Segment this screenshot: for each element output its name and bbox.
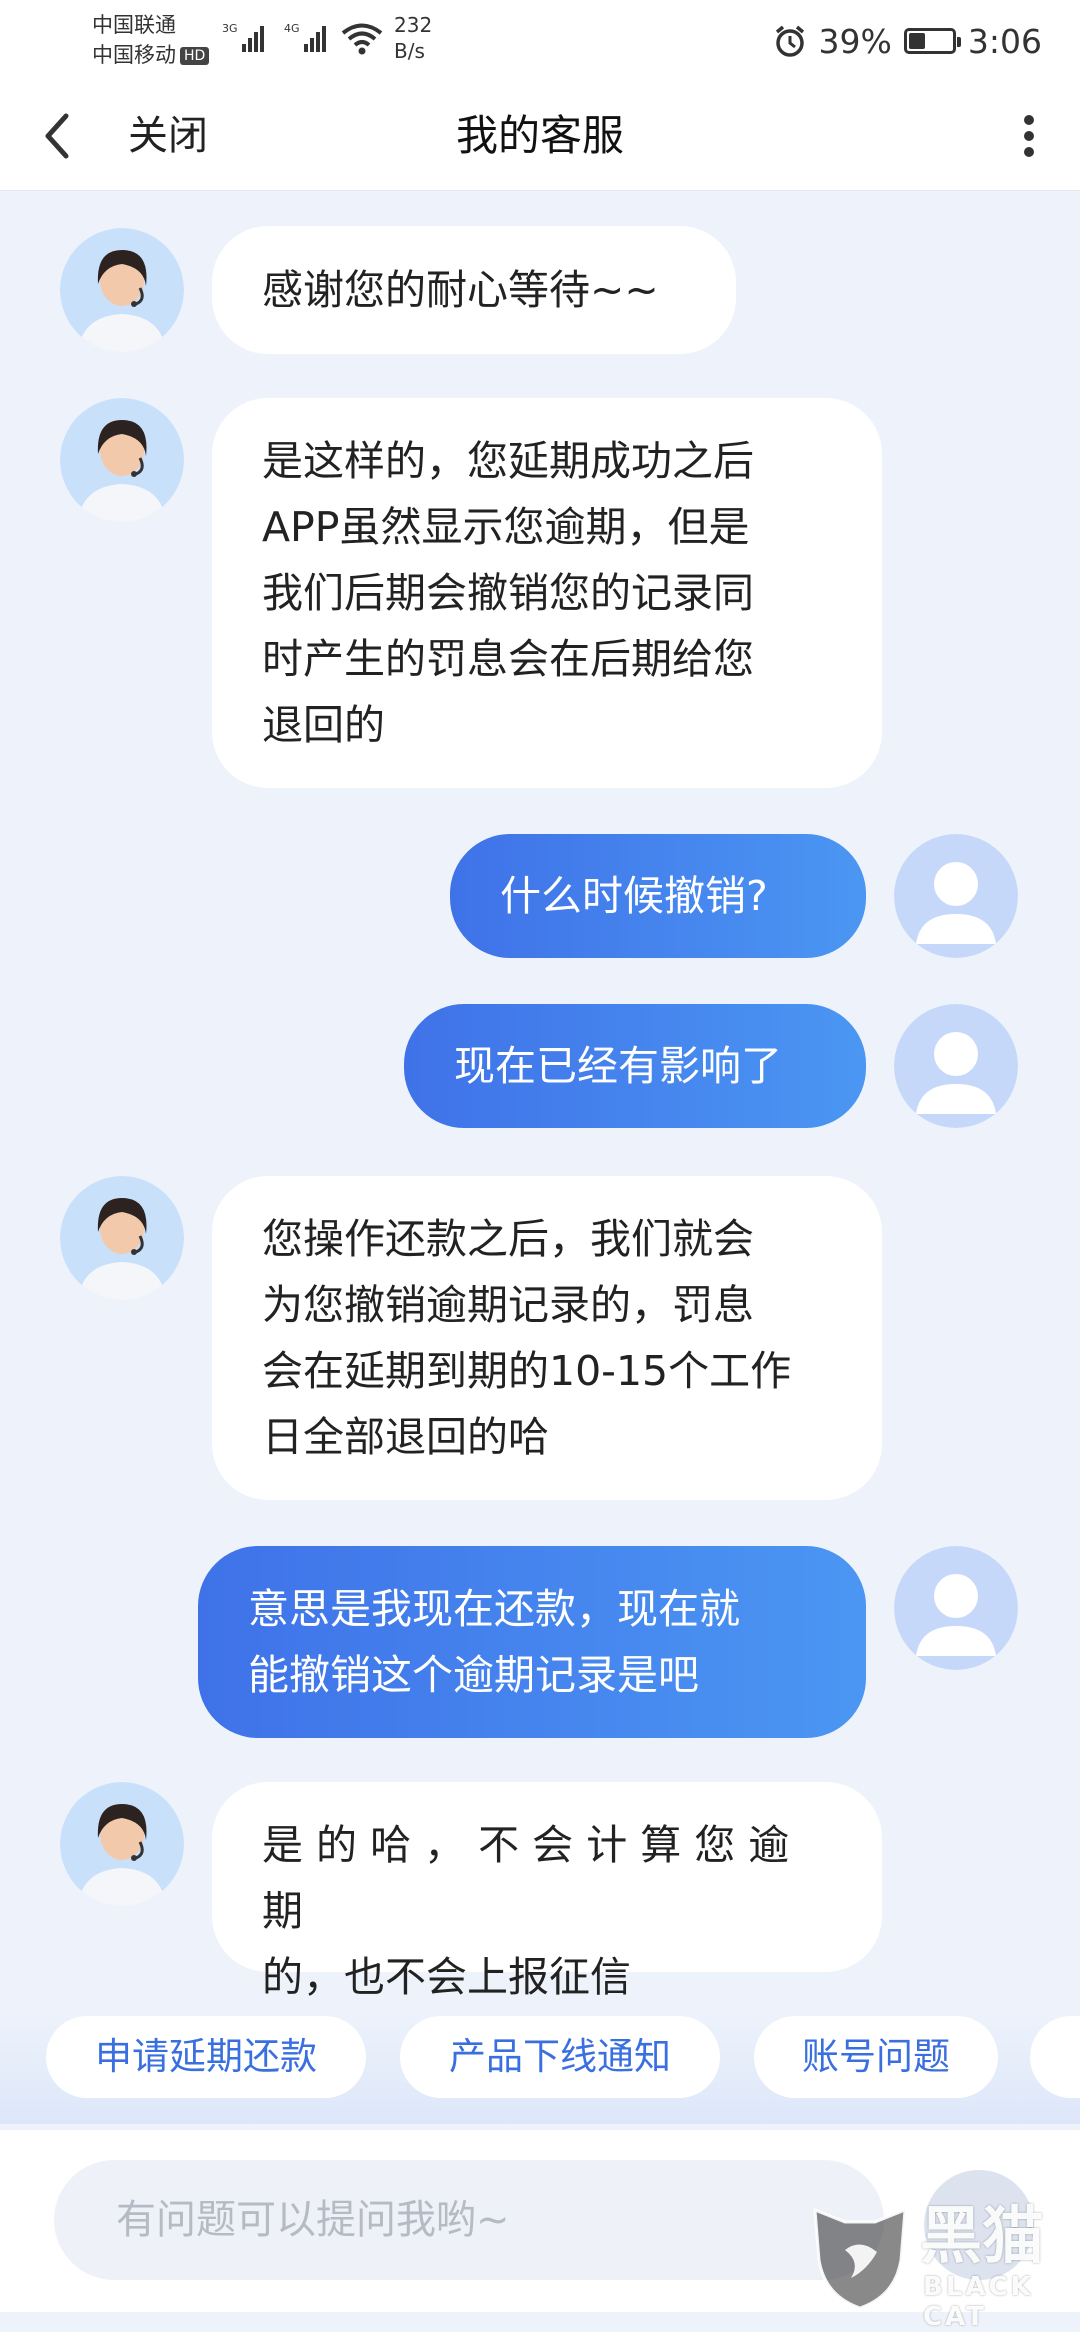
watermark: 黑猫 BLACK CAT [805,2199,1075,2332]
message-line: 能撤销这个逾期记录是吧 [248,1651,699,1699]
message-line: 我们后期会撤销您的记录同 [262,569,754,617]
user-avatar [894,1004,1018,1128]
battery-fill [908,33,925,49]
agent-avatar [60,398,184,522]
carrier-2-row: 中国移动 HD [92,40,210,70]
message-text: 现在已经有影响了 [454,1042,782,1090]
message-line: 退回的 [262,701,385,749]
watermark-text: 黑猫 [920,2199,1045,2272]
message-bubble-agent: 感谢您的耐心等待~~ [212,226,736,354]
quick-reply-chip[interactable]: 申请延期还款 [46,2016,366,2098]
user-avatar [894,834,1018,958]
carrier-2: 中国移动 [92,43,176,67]
net-speed: 232 B/s [394,12,432,64]
message-line: 是 的 哈 ， 不 会 计 算 您 逾 期 [262,1821,790,1935]
status-right: 39% 3:06 [773,18,1042,64]
battery-percent: 39% [818,21,892,61]
message-line: 意思是我现在还款，现在就 [248,1585,740,1633]
quick-reply-chip[interactable]: 账号问题 [754,2016,998,2098]
signal-bars-icon-2: 4G [284,22,326,52]
status-bar: 中国联通 中国移动 HD 3G 4G 232 B/s 39% 3:06 [0,0,1080,82]
message-bubble-agent: 是 的 哈 ， 不 会 计 算 您 逾 期 的，也不会上报征信 [212,1782,882,2001]
quick-reply-chip[interactable]: 产品下线通知 [400,2016,720,2098]
net-type-1: 3G [222,22,238,35]
message-bubble-user: 意思是我现在还款，现在就 能撤销这个逾期记录是吧 [198,1546,866,1738]
net-type-2: 4G [284,22,300,35]
user-avatar [894,1546,1018,1670]
message-input[interactable]: 有问题可以提问我哟~ [54,2160,884,2280]
message-bubble-agent: 您操作还款之后，我们就会 为您撤销逾期记录的，罚息 会在延期到期的10-15个工… [212,1176,882,1500]
alarm-clock-icon [775,25,804,57]
message-text: 什么时候撤销? [500,872,768,920]
message-line: 时产生的罚息会在后期给您 [262,635,754,683]
agent-avatar [60,228,184,352]
message-line: 是这样的，您延期成功之后 [262,437,754,485]
wifi-icon [341,23,383,55]
net-speed-unit: B/s [394,39,425,63]
message-line: 日全部退回的哈 [262,1413,549,1461]
message-line: 会在延期到期的10-15个工作 [262,1347,792,1395]
title-bar: 关闭 我的客服 [0,82,1080,191]
message-bubble-agent: 是这样的，您延期成功之后 APP虽然显示您逾期，但是 我们后期会撤销您的记录同 … [212,398,882,788]
carrier-1: 中国联通 [92,13,176,37]
agent-avatar [60,1782,184,1906]
message-bubble-user: 什么时候撤销? [450,834,866,958]
carrier-info: 中国联通 中国移动 HD [92,10,210,70]
battery-icon [903,28,961,54]
close-button[interactable]: 关闭 [128,108,208,164]
black-cat-logo-icon [813,2207,907,2310]
watermark-subtext: BLACK CAT [923,2272,1034,2332]
message-line: 为您撤销逾期记录的，罚息 [262,1281,754,1329]
signal-bars-icon: 3G [222,22,264,52]
hd-badge: HD [180,47,210,65]
agent-avatar [60,1176,184,1300]
more-vertical-icon[interactable] [1004,108,1054,164]
message-text: 感谢您的耐心等待~~ [262,266,659,314]
net-speed-value: 232 [394,13,433,37]
message-line: 您操作还款之后，我们就会 [262,1215,754,1263]
message-line: 的，也不会上报征信 [262,1953,631,2001]
clock: 3:06 [967,21,1042,61]
message-bubble-user: 现在已经有影响了 [404,1004,866,1128]
chevron-left-icon[interactable] [34,110,82,162]
message-line: APP虽然显示您逾期，但是 [262,503,750,551]
